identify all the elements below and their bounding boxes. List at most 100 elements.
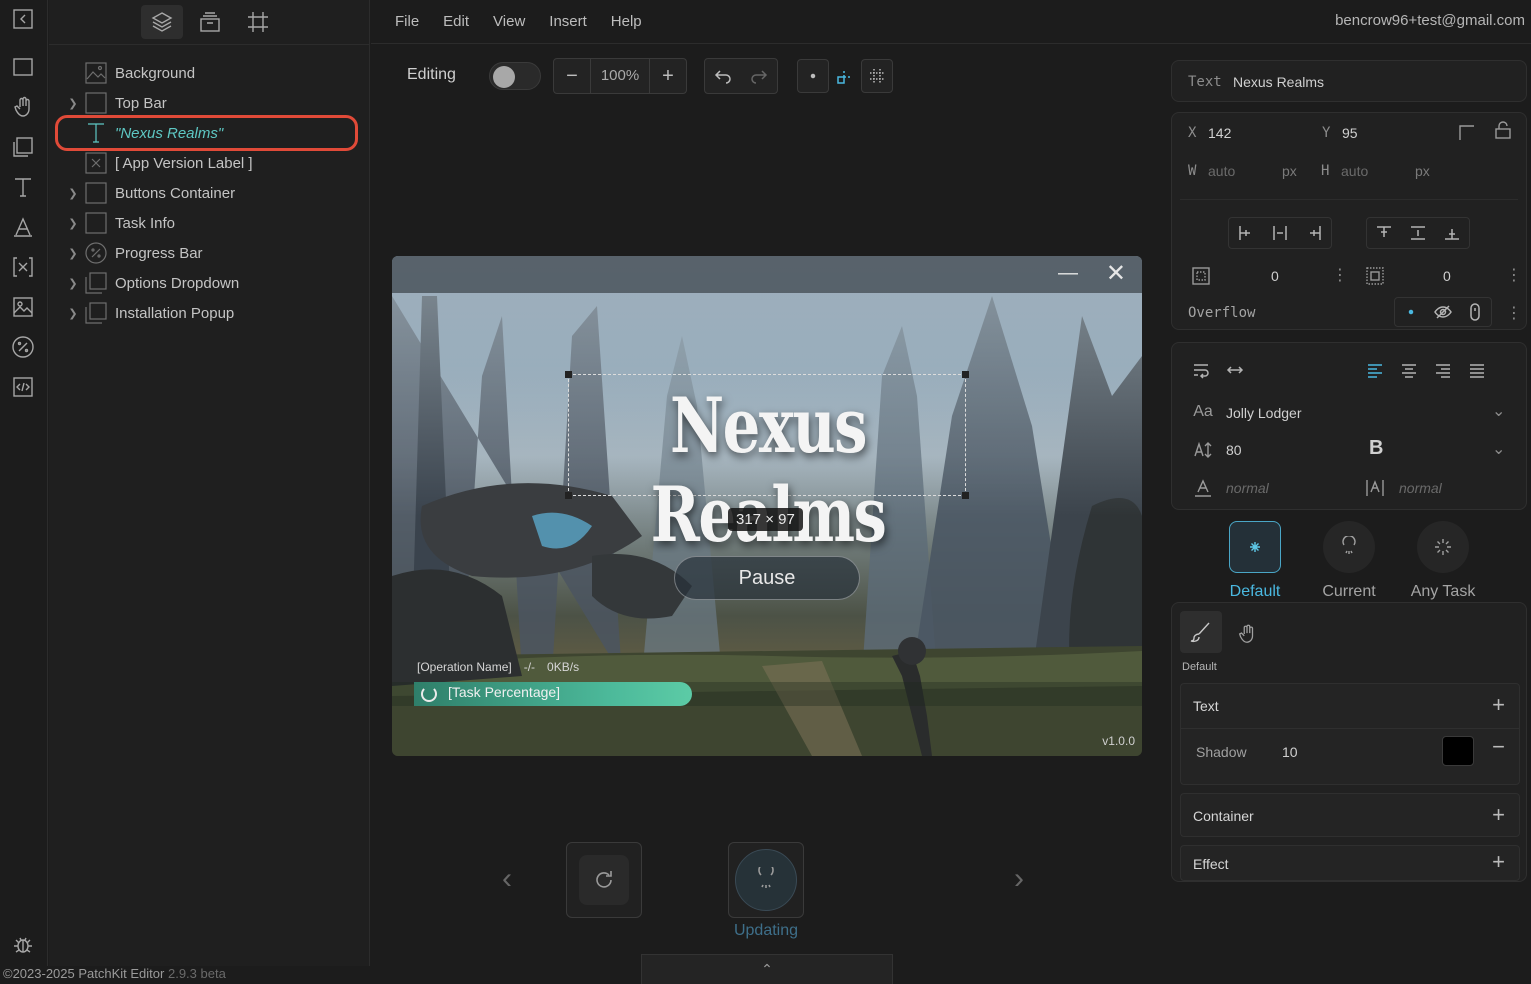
text-align-center-button[interactable] (1392, 355, 1426, 385)
percent-tool-icon[interactable] (10, 334, 36, 360)
bug-icon[interactable] (10, 932, 36, 958)
brush-mode-button[interactable] (1180, 611, 1222, 653)
padding-input[interactable]: 0 (1271, 268, 1279, 284)
remove-shadow-icon[interactable]: − (1492, 734, 1505, 760)
resize-handle[interactable] (565, 492, 572, 499)
state-card-idle[interactable] (566, 842, 642, 918)
rectangle-tool-icon[interactable] (10, 54, 36, 80)
redo-button[interactable] (741, 59, 777, 93)
layer-background[interactable]: Background (63, 58, 363, 88)
font-tool-icon[interactable] (10, 214, 36, 240)
state-card-updating[interactable] (728, 842, 804, 918)
resize-handle[interactable] (962, 492, 969, 499)
font-family-select[interactable]: Jolly Lodger (1226, 405, 1302, 421)
shadow-input[interactable]: 10 (1282, 744, 1298, 760)
padding-more-icon[interactable]: ⋮ (1332, 265, 1348, 285)
align-left-button[interactable] (1229, 218, 1263, 248)
chevron-right-icon[interactable]: ❯ (63, 217, 83, 230)
align-middle-button[interactable] (1401, 218, 1435, 248)
chevron-down-icon[interactable]: ⌄ (1492, 439, 1505, 459)
w-unit[interactable]: px (1282, 163, 1297, 179)
state-tab-current[interactable]: Current (1309, 521, 1389, 601)
editing-toggle[interactable] (489, 62, 541, 90)
hand-tool-icon[interactable] (10, 94, 36, 120)
add-container-prop-icon[interactable]: + (1492, 802, 1505, 828)
layer-installation-popup[interactable]: ❯ Installation Popup (63, 298, 363, 328)
resize-handle[interactable] (565, 371, 572, 378)
variable-tool-icon[interactable] (10, 254, 36, 280)
menu-file[interactable]: File (395, 13, 419, 30)
align-right-button[interactable] (1297, 218, 1331, 248)
state-tab-default[interactable]: Default (1215, 521, 1295, 601)
dot-toggle-button[interactable] (797, 59, 829, 93)
carousel-next-icon[interactable]: › (1014, 862, 1024, 896)
overflow-visible-button[interactable] (1395, 298, 1427, 326)
h-unit[interactable]: px (1415, 163, 1430, 179)
launcher-preview[interactable]: — ✕ Nexus Realms 317 × 97 Pause [Operati… (392, 256, 1142, 756)
undo-button[interactable] (705, 59, 741, 93)
type-value[interactable]: Nexus Realms (1233, 74, 1324, 90)
bottom-drawer-handle[interactable]: ⌃ (641, 954, 893, 984)
layer-progress-bar[interactable]: ❯ Progress Bar (63, 238, 363, 268)
zoom-in-button[interactable]: + (650, 59, 686, 93)
menu-view[interactable]: View (493, 13, 525, 30)
title-selection-box[interactable]: Nexus Realms (565, 371, 969, 559)
carousel-prev-icon[interactable]: ‹ (502, 862, 512, 896)
text-align-right-button[interactable] (1426, 355, 1460, 385)
wrap-icon[interactable] (1184, 355, 1218, 385)
code-tool-icon[interactable] (10, 374, 36, 400)
eye-off-icon[interactable] (1427, 298, 1459, 326)
align-bottom-button[interactable] (1435, 218, 1469, 248)
font-weight-bold[interactable]: B (1369, 437, 1383, 460)
chevron-right-icon[interactable]: ❯ (63, 187, 83, 200)
text-align-left-button[interactable] (1358, 355, 1392, 385)
chevron-right-icon[interactable]: ❯ (63, 277, 83, 290)
letter-spacing-input[interactable]: normal (1399, 480, 1442, 496)
user-email[interactable]: bencrow96+test@gmail.com (1335, 12, 1525, 29)
chevron-right-icon[interactable]: ❯ (63, 247, 83, 260)
zoom-out-button[interactable]: − (554, 59, 590, 93)
minimize-icon[interactable]: — (1058, 262, 1078, 285)
text-justify-button[interactable] (1460, 355, 1494, 385)
hover-mode-button[interactable] (1232, 619, 1262, 649)
menu-help[interactable]: Help (611, 13, 642, 30)
zoom-value[interactable]: 100% (590, 59, 650, 93)
align-center-h-button[interactable] (1263, 218, 1297, 248)
menu-edit[interactable]: Edit (443, 13, 469, 30)
chevron-down-icon[interactable]: ⌄ (1492, 401, 1505, 421)
text-tool-icon[interactable] (10, 174, 36, 200)
margin-input[interactable]: 0 (1443, 268, 1451, 284)
no-wrap-icon[interactable] (1218, 355, 1252, 385)
container-tool-icon[interactable] (10, 134, 36, 160)
close-icon[interactable]: ✕ (1106, 259, 1126, 288)
layer-top-bar[interactable]: ❯ Top Bar (63, 88, 363, 118)
w-input[interactable]: auto (1208, 163, 1235, 179)
image-tool-icon[interactable] (10, 294, 36, 320)
nexus-realms-title[interactable]: Nexus Realms (613, 381, 923, 559)
margin-more-icon[interactable]: ⋮ (1506, 265, 1522, 285)
state-tab-any-task[interactable]: Any Task (1403, 521, 1483, 601)
chevron-right-icon[interactable]: ❯ (63, 97, 83, 110)
resize-handle[interactable] (962, 371, 969, 378)
shadow-color-swatch[interactable] (1442, 736, 1474, 766)
add-text-prop-icon[interactable]: + (1492, 692, 1505, 718)
font-size-input[interactable]: 80 (1226, 442, 1242, 458)
add-effect-prop-icon[interactable]: + (1492, 849, 1505, 875)
x-input[interactable]: 142 (1208, 125, 1231, 141)
line-height-input[interactable]: normal (1226, 480, 1269, 496)
align-top-button[interactable] (1367, 218, 1401, 248)
menu-insert[interactable]: Insert (549, 13, 587, 30)
updating-label[interactable]: Updating (728, 922, 804, 940)
anchor-button[interactable] (829, 59, 861, 93)
layer-buttons-container[interactable]: ❯ Buttons Container (63, 178, 363, 208)
corner-icon[interactable] (1454, 119, 1480, 145)
layer-options-dropdown[interactable]: ❯ Options Dropdown (63, 268, 363, 298)
scroll-icon[interactable] (1459, 298, 1491, 326)
collapse-panel-icon[interactable] (10, 6, 36, 32)
tab-assets[interactable] (189, 5, 231, 39)
chevron-right-icon[interactable]: ❯ (63, 307, 83, 320)
tab-frame[interactable] (237, 5, 279, 39)
h-input[interactable]: auto (1341, 163, 1368, 179)
tab-layers[interactable] (141, 5, 183, 39)
layer-app-version-label[interactable]: [ App Version Label ] (63, 148, 363, 178)
